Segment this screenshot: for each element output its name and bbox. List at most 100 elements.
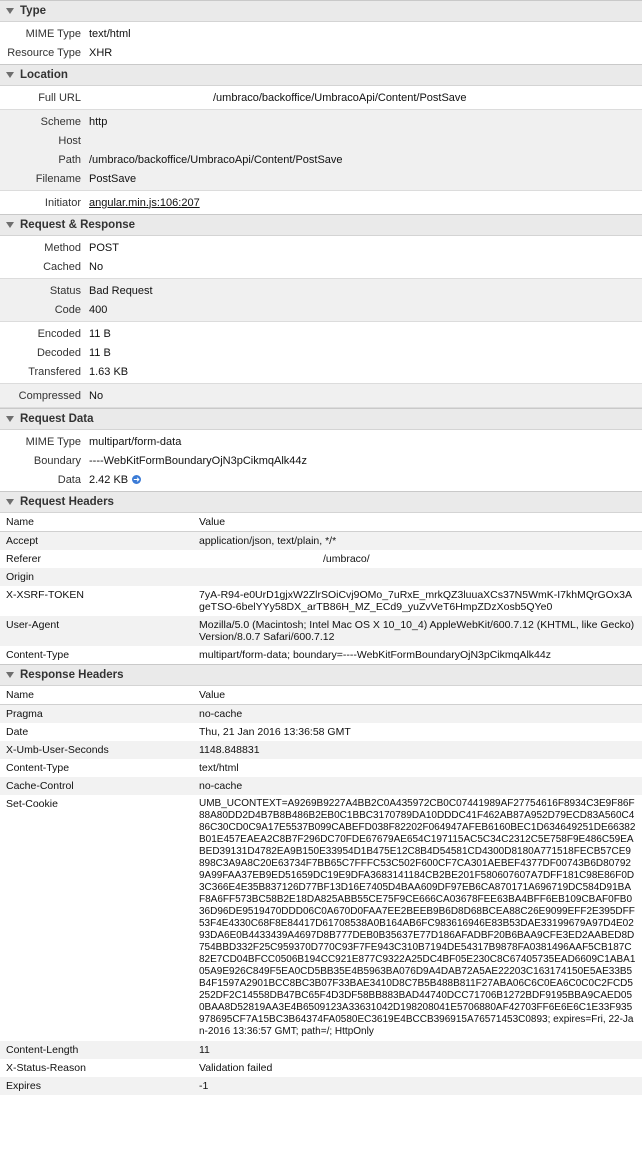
decoded-row: Decoded 11 B — [0, 343, 642, 362]
status-value: Bad Request — [89, 284, 153, 297]
header-name: Accept — [0, 531, 193, 550]
transfered-label: Transfered — [28, 365, 81, 378]
transfered-value: 1.63 KB — [89, 365, 129, 378]
boundary-label: Boundary — [33, 454, 81, 467]
disclosure-triangle-icon[interactable] — [6, 222, 14, 228]
header-value: Thu, 21 Jan 2016 13:36:58 GMT — [193, 723, 642, 741]
resource-type-label: Resource Type — [7, 46, 81, 59]
mime-type-value: text/html — [89, 27, 131, 40]
table-row: Content-Length 11 — [0, 1041, 642, 1059]
data-row: Data 2.42 KB ➜ — [0, 470, 642, 489]
method-label: Method — [44, 241, 81, 254]
header-name: Expires — [0, 1077, 193, 1095]
url-parts-group: Scheme http Host Path /umbraco/backoffic… — [0, 109, 642, 191]
header-value: no-cache — [193, 704, 642, 723]
full-url-value: /umbraco/backoffice/UmbracoApi/Content/P… — [213, 91, 467, 104]
go-to-arrow-icon[interactable]: ➜ — [132, 475, 142, 485]
decoded-value: 11 B — [89, 346, 111, 359]
section-location-header[interactable]: Location — [0, 64, 642, 86]
status-row: Status Bad Request — [0, 281, 642, 300]
response-headers-table: Name Value Pragma no-cache Date Thu, 21 … — [0, 686, 642, 1095]
filename-label: Filename — [35, 172, 81, 185]
table-row: Referer /umbraco/ — [0, 550, 642, 568]
table-row: Accept application/json, text/plain, */* — [0, 531, 642, 550]
section-response-headers-header[interactable]: Response Headers — [0, 664, 642, 686]
disclosure-triangle-icon[interactable] — [6, 672, 14, 678]
table-row: Date Thu, 21 Jan 2016 13:36:58 GMT — [0, 723, 642, 741]
initiator-group: Initiator angular.min.js:106:207 — [0, 191, 642, 214]
filename-value: PostSave — [89, 172, 137, 185]
method-row: Method POST — [0, 238, 642, 257]
data-size: 2.42 KB — [89, 473, 129, 486]
decoded-label: Decoded — [36, 346, 81, 359]
table-row: User-Agent Mozilla/5.0 (Macintosh; Intel… — [0, 616, 642, 646]
header-value: /umbraco/ — [193, 550, 642, 568]
encoded-value: 11 B — [89, 327, 111, 340]
status-label: Status — [49, 284, 81, 297]
disclosure-triangle-icon[interactable] — [6, 499, 14, 505]
request-mime-label: MIME Type — [25, 435, 81, 448]
header-name: Set-Cookie — [0, 795, 193, 1041]
table-row: Origin — [0, 568, 642, 586]
table-header-row: Name Value — [0, 513, 642, 532]
disclosure-triangle-icon[interactable] — [6, 72, 14, 78]
header-value: text/html — [193, 759, 642, 777]
header-value: no-cache — [193, 777, 642, 795]
section-title: Request & Response — [20, 219, 136, 231]
status-group: Status Bad Request Code 400 — [0, 278, 642, 322]
boundary-row: Boundary ----WebKitFormBoundaryOjN3pCikm… — [0, 451, 642, 470]
initiator-label: Initiator — [44, 196, 81, 209]
header-name: X-Umb-User-Seconds — [0, 741, 193, 759]
header-name: X-XSRF-TOKEN — [0, 586, 193, 616]
header-name: Origin — [0, 568, 193, 586]
section-request-response-header[interactable]: Request & Response — [0, 214, 642, 236]
table-row: X-Status-Reason Validation failed — [0, 1059, 642, 1077]
boundary-value: ----WebKitFormBoundaryOjN3pCikmqAlk44z — [89, 454, 308, 467]
column-name-header[interactable]: Name — [0, 513, 193, 532]
disclosure-triangle-icon[interactable] — [6, 8, 14, 14]
initiator-link[interactable]: angular.min.js:106:207 — [89, 197, 200, 209]
table-row: Content-Type multipart/form-data; bounda… — [0, 646, 642, 664]
section-request-headers-header[interactable]: Request Headers — [0, 491, 642, 513]
header-value: Mozilla/5.0 (Macintosh; Intel Mac OS X 1… — [193, 616, 642, 646]
initiator-row: Initiator angular.min.js:106:207 — [0, 193, 642, 212]
section-type-header[interactable]: Type — [0, 0, 642, 22]
scheme-row: Scheme http — [0, 112, 642, 131]
section-request-data-header[interactable]: Request Data — [0, 408, 642, 430]
header-value: application/json, text/plain, */* — [193, 531, 642, 550]
header-name: Content-Length — [0, 1041, 193, 1059]
size-group: Encoded 11 B Decoded 11 B Transfered 1.6… — [0, 322, 642, 383]
host-row: Host — [0, 131, 642, 150]
request-mime-value: multipart/form-data — [89, 435, 182, 448]
header-value: UMB_UCONTEXT=A9269B9227A4BB2C0A435972CB0… — [193, 795, 642, 1041]
header-value: 11 — [193, 1041, 642, 1059]
header-value: -1 — [193, 1077, 642, 1095]
compressed-label: Compressed — [18, 389, 81, 402]
column-value-header[interactable]: Value — [193, 686, 642, 705]
section-title: Type — [20, 5, 46, 17]
header-value — [193, 568, 642, 586]
table-row: Set-Cookie UMB_UCONTEXT=A9269B9227A4BB2C… — [0, 795, 642, 1041]
code-label: Code — [54, 303, 81, 316]
header-value: 7yA-R94-e0UrD1gjxW2ZlrSOiCvj9OMo_7uRxE_m… — [193, 586, 642, 616]
compressed-row: Compressed No — [0, 386, 642, 405]
path-label: Path — [58, 153, 81, 166]
header-name: Content-Type — [0, 759, 193, 777]
encoded-row: Encoded 11 B — [0, 324, 642, 343]
path-row: Path /umbraco/backoffice/UmbracoApi/Cont… — [0, 150, 642, 169]
header-value: multipart/form-data; boundary=----WebKit… — [193, 646, 642, 664]
column-name-header[interactable]: Name — [0, 686, 193, 705]
transfered-row: Transfered 1.63 KB — [0, 362, 642, 381]
header-name: Cache-Control — [0, 777, 193, 795]
disclosure-triangle-icon[interactable] — [6, 416, 14, 422]
method-value: POST — [89, 241, 119, 254]
code-row: Code 400 — [0, 300, 642, 319]
data-label: Data — [57, 473, 81, 486]
header-name: Date — [0, 723, 193, 741]
table-row: Pragma no-cache — [0, 704, 642, 723]
column-value-header[interactable]: Value — [193, 513, 642, 532]
section-title: Request Headers — [20, 496, 114, 508]
section-title: Request Data — [20, 413, 94, 425]
table-row: Expires -1 — [0, 1077, 642, 1095]
compressed-value: No — [89, 389, 104, 402]
